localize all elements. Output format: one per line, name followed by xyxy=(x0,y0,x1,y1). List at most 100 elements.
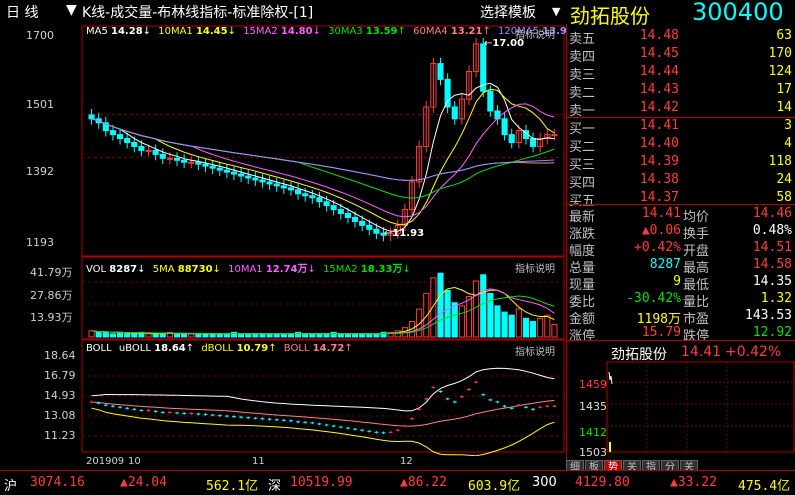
template-dropdown-icon[interactable]: ▼ xyxy=(552,5,560,18)
x-tick: 201909 xyxy=(86,456,125,467)
volume-bar xyxy=(152,333,159,338)
candle xyxy=(145,149,152,152)
vol-legend-item: VOL 8287↓ xyxy=(86,264,146,275)
sh-label: 沪 xyxy=(4,479,18,494)
stat-row: 金额 1198万 市盈 143.53 xyxy=(567,308,795,327)
candle xyxy=(280,185,287,189)
sell-row[interactable]: 卖五 14.48 63 xyxy=(567,28,795,47)
volume-bar xyxy=(344,333,351,338)
stat-value: 15.79 xyxy=(641,325,681,340)
candle xyxy=(230,171,238,175)
vol-legend: VOL 8287↓ 5MA 88730↓ 10MA1 12.74万↓ 15MA2… xyxy=(86,260,415,275)
candle xyxy=(252,177,259,181)
candle xyxy=(487,90,494,112)
vol-help-link[interactable]: 指标说明 xyxy=(515,260,555,275)
volume-bar xyxy=(508,314,515,338)
volume-bar xyxy=(302,333,309,338)
chart-canvas[interactable] xyxy=(0,24,565,457)
volume-bar xyxy=(351,333,359,338)
candle xyxy=(359,220,366,226)
candle xyxy=(266,181,273,185)
buy-row[interactable]: 买三 14.39 118 xyxy=(567,154,795,173)
ma60-legend: 60MA4 13.21↑ xyxy=(413,26,491,37)
boll-label: BOLL xyxy=(86,343,112,354)
candle xyxy=(337,209,344,215)
volume-bar xyxy=(501,311,508,338)
sell-row[interactable]: 卖一 14.42 14 xyxy=(567,100,795,119)
candle xyxy=(530,138,537,147)
boll-help-link[interactable]: 指标说明 xyxy=(515,343,555,358)
vol-ytick: 13.93万 xyxy=(30,311,73,324)
buy-row[interactable]: 买一 14.41 3 xyxy=(567,118,795,137)
charts-area[interactable]: MA5 14.28↓ 10MA1 14.45↓ 15MA2 14.80↓ 30M… xyxy=(0,24,567,467)
volume-bar xyxy=(124,333,131,338)
buy-row[interactable]: 买二 14.40 4 xyxy=(567,136,795,155)
volume-bar xyxy=(337,333,344,338)
sz-index[interactable]: 10519.99 xyxy=(290,475,353,490)
quote-panel: 卖五 14.48 63 卖四 14.45 170 卖三 14.44 124 卖二 14.43 1… xyxy=(566,24,795,464)
mini-chart[interactable]: 劲拓股份 14.41 +0.42% 1459 1435 1412 1503 xyxy=(567,342,795,459)
volume-bar xyxy=(480,274,487,338)
high-annotation: ←17.00 xyxy=(484,38,525,49)
stock-code: 300400 xyxy=(692,0,784,26)
sh-change: ▲24.04 xyxy=(120,475,167,490)
buy-row[interactable]: 买四 14.38 24 xyxy=(567,172,795,191)
volume-bar xyxy=(188,333,195,338)
sh-amount: 562.1亿 xyxy=(206,479,259,494)
stat-value: 14.41 xyxy=(641,206,681,221)
candle xyxy=(173,157,181,161)
cy-index[interactable]: 4129.80 xyxy=(575,475,630,490)
volume-bar xyxy=(515,308,522,338)
candle xyxy=(295,189,302,195)
stat-value: 14.51 xyxy=(752,240,792,255)
sh-index[interactable]: 3074.16 xyxy=(30,475,85,490)
volume-bar xyxy=(323,333,330,338)
x-tick: 11 xyxy=(252,456,265,467)
volume-bar xyxy=(551,324,558,338)
volume-bar xyxy=(451,302,458,338)
stat-value: 9 xyxy=(673,274,681,289)
volume-bar xyxy=(458,305,465,338)
kline-ytick: 1392 xyxy=(26,165,54,178)
candle xyxy=(159,153,166,159)
volume-bar xyxy=(195,333,202,338)
candle xyxy=(344,213,351,218)
x-tick: 10 xyxy=(128,456,141,467)
boll-ytick: 18.64 xyxy=(44,349,76,362)
candle xyxy=(508,134,515,144)
boll-ytick: 11.23 xyxy=(44,429,76,442)
stat-row: 委比 -30.42% 量比 1.32 xyxy=(567,291,795,310)
stat-value: ▲0.06 xyxy=(641,223,681,238)
volume-bar xyxy=(181,333,188,338)
volume-bar xyxy=(522,317,530,338)
candle xyxy=(131,142,138,147)
sell-row[interactable]: 卖三 14.44 124 xyxy=(567,64,795,83)
boll-ytick: 16.79 xyxy=(44,369,76,382)
candle xyxy=(501,118,508,136)
candle xyxy=(238,173,245,177)
vol-15ma-legend: 15MA2 18.33万↓ xyxy=(323,264,411,275)
stat-row: 最新 14.41 均价 14.46 xyxy=(567,206,795,225)
period-dropdown-icon[interactable]: ▼ xyxy=(66,2,77,18)
divider xyxy=(567,204,795,205)
stat-value: -30.42% xyxy=(626,291,681,306)
period-label[interactable]: 日 线 xyxy=(6,2,38,22)
status-bar: 沪 3074.16 ▲24.04 562.1亿 深 10519.99 ▲86.2… xyxy=(0,470,795,495)
candle xyxy=(373,228,380,234)
ma-line xyxy=(91,103,555,218)
candle xyxy=(551,134,558,137)
kline-ytick: 1193 xyxy=(26,236,54,249)
candle xyxy=(109,130,116,136)
sz-amount: 603.9亿 xyxy=(468,479,521,494)
sell-row[interactable]: 卖二 14.43 17 xyxy=(567,82,795,101)
template-button[interactable]: 选择模板 xyxy=(480,2,536,22)
volume-bar xyxy=(230,331,238,338)
sell-row[interactable]: 卖四 14.45 170 xyxy=(567,46,795,65)
volume-bar xyxy=(245,333,252,338)
mini-ytick: 1459 xyxy=(579,378,607,391)
mboll-legend: BOLL 14.72↑ xyxy=(283,343,353,354)
volume-bar xyxy=(544,314,551,338)
stat-value: 12.92 xyxy=(752,325,792,340)
stat-value: +0.42% xyxy=(634,240,681,255)
candle xyxy=(323,201,330,207)
